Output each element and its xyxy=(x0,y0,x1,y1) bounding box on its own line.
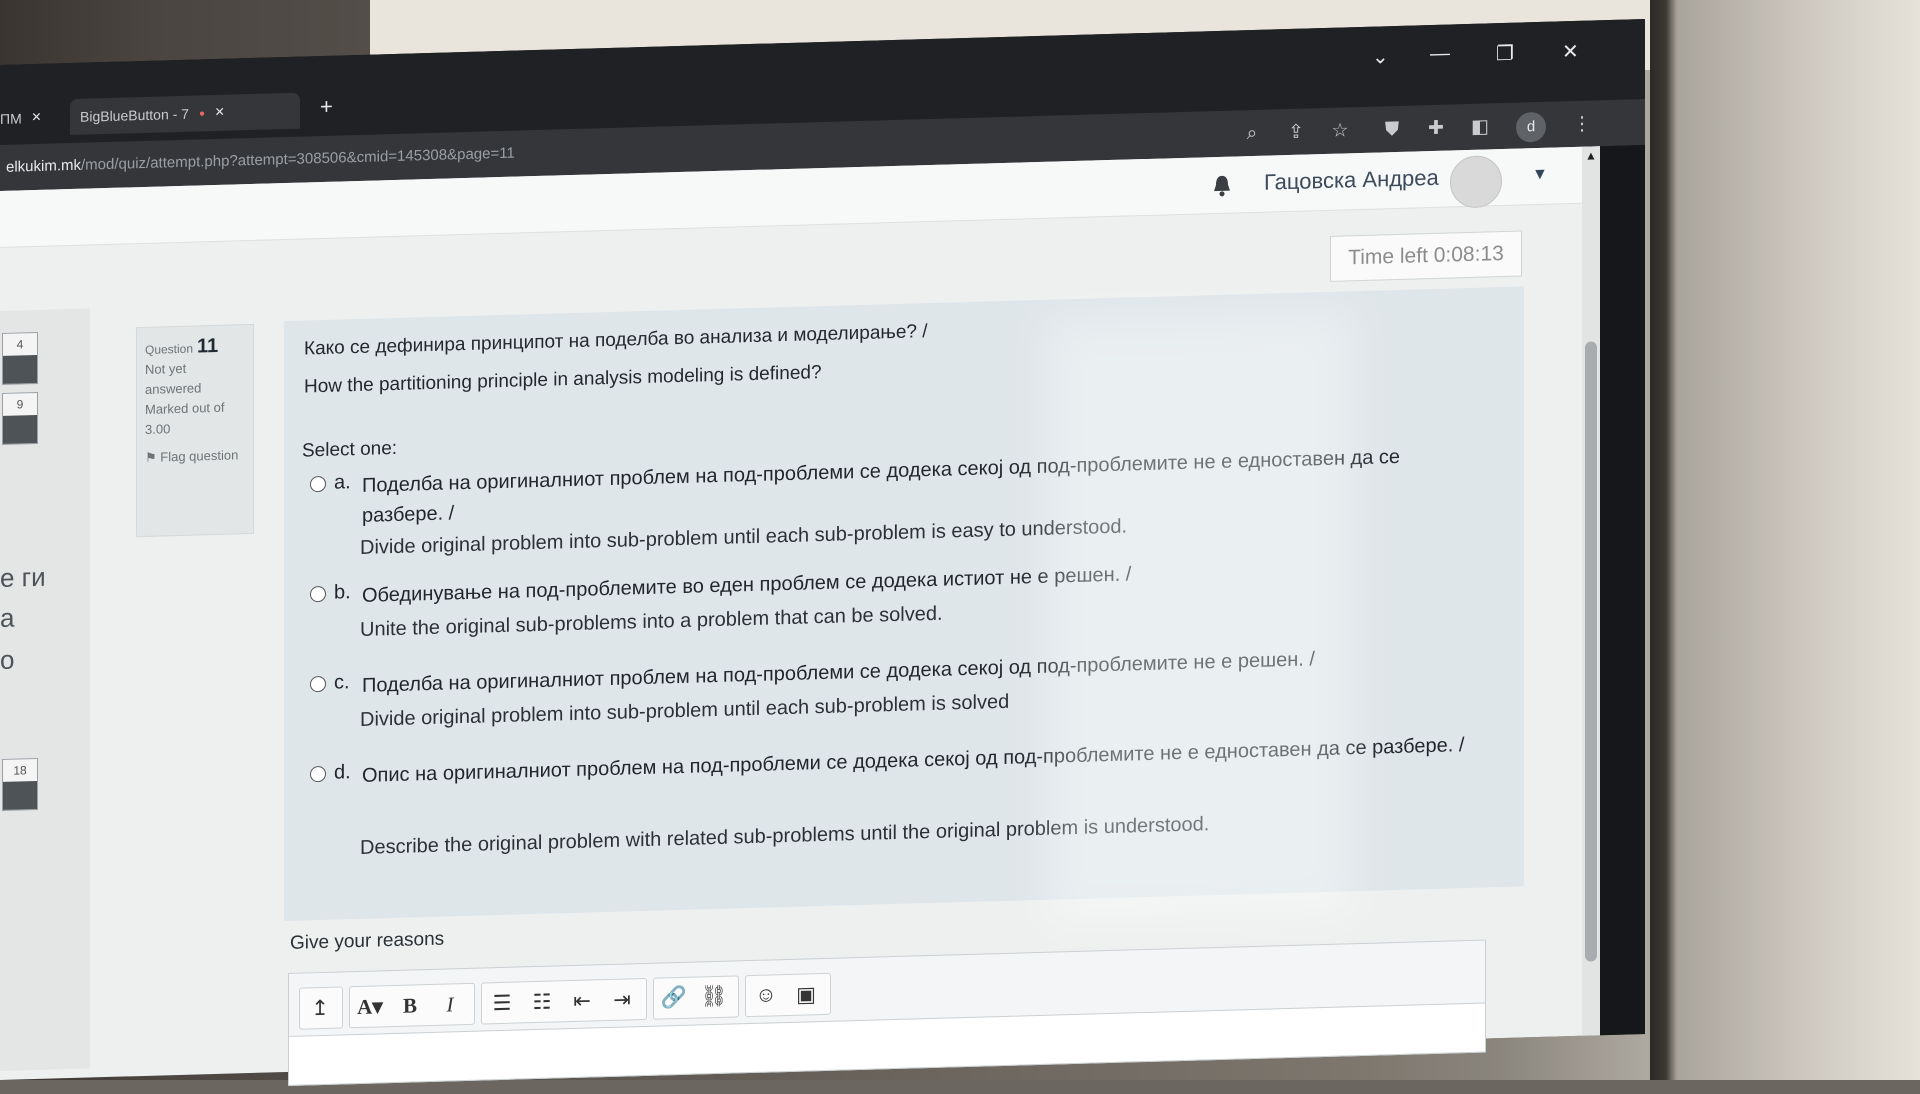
give-reasons-label: Give your reasons xyxy=(290,928,445,954)
close-tab-icon[interactable]: × xyxy=(32,109,41,127)
ordered-list-icon[interactable]: ☷ xyxy=(522,989,562,1015)
question-status: Not yet answered xyxy=(145,360,202,397)
editor-group-links: 🔗 ⛓ xyxy=(653,975,739,1020)
scroll-up-icon[interactable]: ▲ xyxy=(1585,148,1597,162)
url-path: /mod/quiz/attempt.php?attempt=308506&cmi… xyxy=(81,144,515,174)
quiz-nav-number: 9 xyxy=(16,397,24,412)
shield-extension-icon[interactable]: ⛊ xyxy=(1380,118,1404,143)
restore-button[interactable]: ❐ xyxy=(1496,41,1514,67)
moodle-page: Гацовска Андреа ▼ Time left 0:08:13 4 9 … xyxy=(0,146,1600,1086)
option-letter: a. xyxy=(334,471,351,494)
editor-group-collapse: ↥ xyxy=(299,986,343,1030)
unlink-icon[interactable]: ⛓ xyxy=(694,984,734,1009)
close-window-button[interactable]: ✕ xyxy=(1562,39,1579,64)
editor-group-media: ☺ ▣ xyxy=(745,972,831,1018)
option-letter: c. xyxy=(334,671,350,694)
monitor-bezel xyxy=(1600,145,1645,1036)
new-tab-button[interactable]: + xyxy=(320,94,333,120)
minimize-button[interactable]: — xyxy=(1430,42,1450,66)
quiz-nav-number: 4 xyxy=(16,337,24,352)
extensions-puzzle-icon[interactable]: ✚ xyxy=(1424,117,1448,142)
room-right-side xyxy=(1650,0,1920,1080)
question-text-mk: Како се дефинира принципот на поделба во… xyxy=(304,321,928,360)
outdent-icon[interactable]: ⇤ xyxy=(562,988,602,1014)
quiz-nav-button[interactable]: 18 xyxy=(2,757,38,811)
unordered-list-icon[interactable]: ☰ xyxy=(482,990,522,1016)
radio-b[interactable] xyxy=(310,585,326,603)
radio-c[interactable] xyxy=(310,675,326,693)
link-icon[interactable]: 🔗 xyxy=(654,986,694,1011)
url-host: elkukim.mk xyxy=(6,156,82,176)
close-tab-icon[interactable]: × xyxy=(215,104,224,122)
tab-search-icon[interactable]: ⌄ xyxy=(1372,44,1389,69)
editor-group-format: A▾ B I xyxy=(349,982,475,1029)
chevron-down-icon[interactable]: ▼ xyxy=(1532,166,1548,184)
side-text-fragment: е ги xyxy=(0,561,46,593)
image-icon[interactable]: ▣ xyxy=(786,981,826,1007)
flag-icon: ⚑ xyxy=(145,449,161,465)
editor-group-lists: ☰ ☷ ⇤ ⇥ xyxy=(481,977,647,1025)
indent-icon[interactable]: ⇥ xyxy=(602,987,642,1013)
emoji-icon[interactable]: ☺ xyxy=(746,983,786,1008)
quiz-nav-button[interactable]: 9 xyxy=(2,391,38,445)
share-icon[interactable]: ⇪ xyxy=(1284,120,1308,145)
tab-label: BigBlueButton - 7 xyxy=(80,105,189,125)
question-info: Question 11 Not yet answered Marked out o… xyxy=(136,323,254,538)
question-number: Question 11 xyxy=(145,334,219,358)
option-letter: d. xyxy=(334,761,351,784)
quiz-nav-button[interactable]: 4 xyxy=(2,331,38,385)
italic-button[interactable]: I xyxy=(430,991,470,1017)
quiz-navigation: 4 9 18 е ги а о xyxy=(0,308,90,1071)
scrollbar-thumb[interactable] xyxy=(1585,341,1597,962)
time-left-box: Time left 0:08:13 xyxy=(1330,230,1522,282)
monitor-screen: ПМ × BigBlueButton - 7 ● × + ⌄ — ❐ ✕ elk… xyxy=(0,19,1645,1086)
bold-button[interactable]: B xyxy=(390,992,430,1018)
select-one-label: Select one: xyxy=(302,437,398,462)
font-style-button[interactable]: A▾ xyxy=(350,994,390,1020)
tab-label: ПМ xyxy=(0,110,22,127)
collapse-toolbar-button[interactable]: ↥ xyxy=(300,995,340,1021)
user-name[interactable]: Гацовска Андреа xyxy=(1264,165,1439,196)
option-text-en: Unite the original sub-problems into a p… xyxy=(360,602,943,641)
user-avatar[interactable] xyxy=(1450,155,1502,209)
bell-icon[interactable] xyxy=(1212,175,1232,198)
question-marks: Marked out of 3.00 xyxy=(145,399,225,437)
question-text-en: How the partitioning principle in analys… xyxy=(304,362,822,398)
flag-question-link[interactable]: ⚑ Flag question xyxy=(145,445,245,468)
radio-a[interactable] xyxy=(310,475,326,493)
tab-first[interactable]: ПМ × xyxy=(0,99,60,137)
screen-glare xyxy=(1050,313,1350,922)
radio-d[interactable] xyxy=(310,765,326,783)
option-letter: b. xyxy=(334,581,351,604)
bookmark-star-icon[interactable]: ☆ xyxy=(1328,119,1352,144)
side-text-fragment: о xyxy=(0,644,15,675)
side-text-fragment: а xyxy=(0,602,15,633)
tab-bigbluebutton[interactable]: BigBlueButton - 7 ● × xyxy=(70,92,300,136)
side-panel-icon[interactable]: ◧ xyxy=(1468,115,1492,140)
page-scrollbar[interactable]: ▲ xyxy=(1582,146,1600,1036)
recording-dot-icon: ● xyxy=(198,107,206,119)
menu-kebab-icon[interactable]: ⋮ xyxy=(1570,112,1594,137)
quiz-nav-number: 18 xyxy=(13,763,27,778)
zoom-icon[interactable]: ⌕ xyxy=(1240,122,1264,147)
